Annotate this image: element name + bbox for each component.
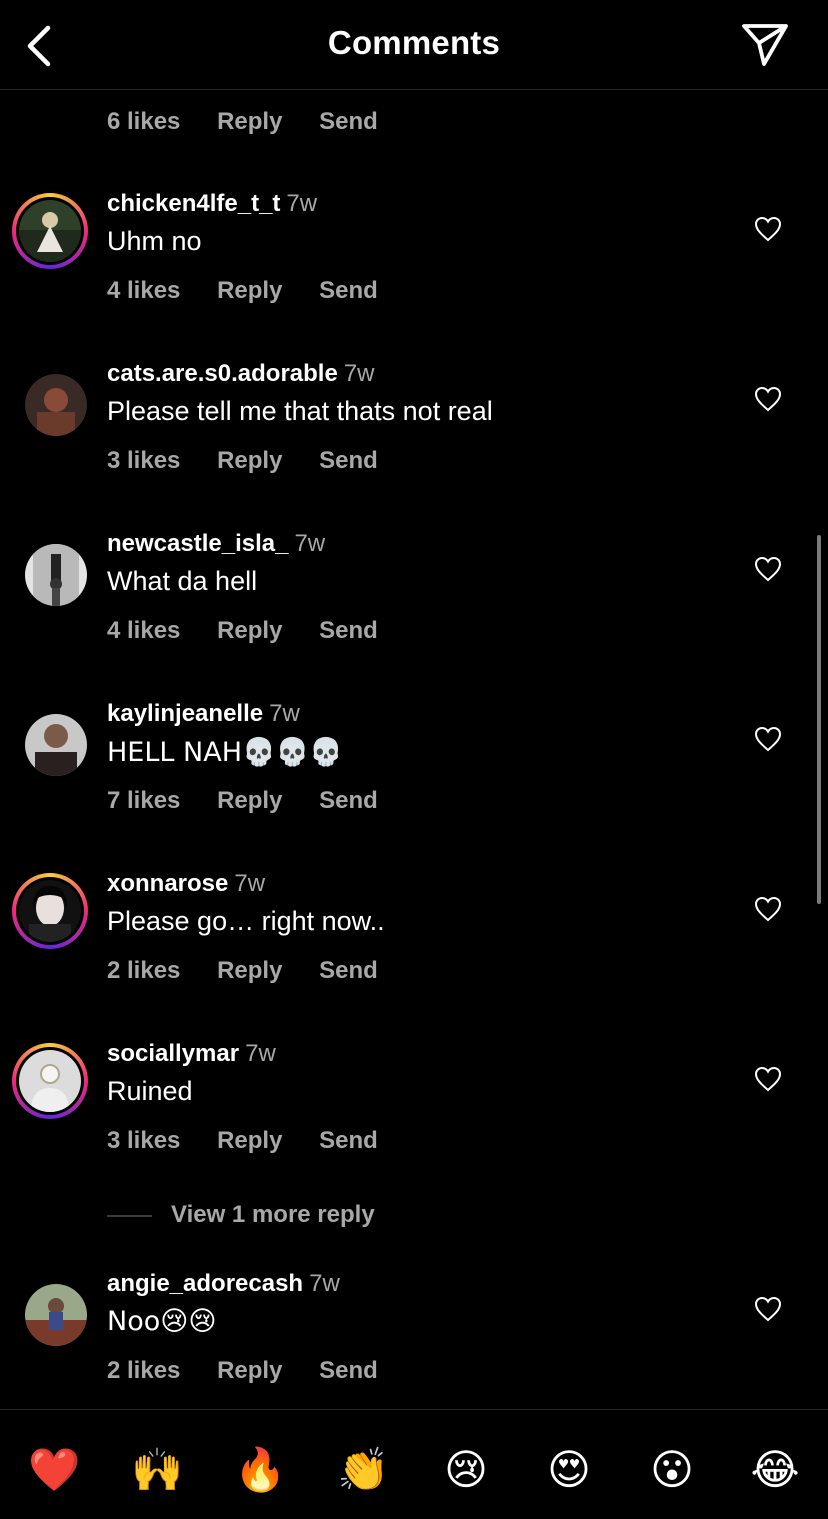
likes-count[interactable]: 3 likes (107, 1127, 180, 1154)
avatar[interactable] (25, 374, 87, 436)
timestamp: 7w (234, 870, 266, 897)
reply-button[interactable]: Reply (217, 1127, 282, 1154)
avatar[interactable] (25, 544, 87, 606)
crying-face-emoji-icon[interactable]: 😢 (440, 1444, 492, 1496)
avatar[interactable] (12, 193, 88, 269)
username[interactable]: cats.are.s0.adorable (107, 360, 338, 387)
send-button[interactable]: Send (319, 617, 378, 644)
likes-count[interactable]: 2 likes (107, 957, 180, 984)
timestamp: 7w (269, 700, 300, 727)
comment-text: What da hell (107, 566, 258, 596)
comment-item: sociallymar 7w Ruined 3 likes Reply Send (0, 1040, 828, 1214)
avatar[interactable] (12, 873, 88, 949)
heart-icon[interactable] (754, 1066, 782, 1092)
username[interactable]: xonnarose (107, 870, 228, 897)
send-button[interactable]: Send (319, 447, 378, 474)
comment-actions: 4 likes Reply Send (107, 617, 408, 645)
username[interactable]: kaylinjeanelle (107, 700, 263, 727)
view-more-label[interactable]: View 1 more reply (171, 1201, 375, 1229)
timestamp: 7w (286, 190, 318, 217)
reply-button[interactable]: Reply (217, 447, 282, 474)
reply-button[interactable]: Reply (217, 957, 282, 984)
reply-button[interactable]: Reply (217, 1357, 282, 1384)
comment-header: kaylinjeanelle 7w (107, 700, 300, 728)
comment-item: chicken4lfe_t_t 7w Uhm no 4 likes Reply S… (0, 190, 828, 364)
likes-count[interactable]: 3 likes (107, 447, 180, 474)
username[interactable]: angie_adorecash (107, 1270, 303, 1297)
comment-text: Please go… right now.. (107, 906, 385, 936)
page-title: Comments (327, 24, 501, 61)
heart-icon[interactable] (754, 386, 782, 412)
timestamp: 7w (245, 1040, 276, 1067)
comment-header: sociallymar 7w (107, 1040, 276, 1068)
avatar[interactable] (25, 1284, 87, 1346)
send-button[interactable]: Send (319, 957, 378, 984)
comment-item: cats.are.s0.adorable 7w Please tell me th… (0, 360, 828, 534)
red-heart-emoji-icon[interactable]: ❤️ (28, 1444, 80, 1496)
send-button[interactable]: Send (319, 1357, 378, 1384)
comment-text: Ruined (107, 1076, 193, 1106)
comment-item: kaylinjeanelle 7w HELL NAH💀💀💀 7 likes Rep… (0, 700, 828, 874)
view-more-replies[interactable]: View 1 more reply (107, 1201, 507, 1231)
send-button[interactable]: Send (319, 1127, 378, 1154)
comment-actions: 2 likes Reply Send (107, 1357, 408, 1385)
comment-text: Uhm no (107, 226, 202, 256)
scrollbar[interactable] (817, 535, 821, 904)
reply-button[interactable]: Reply (217, 108, 282, 135)
comment-actions: 4 likes Reply Send (107, 277, 408, 305)
likes-count[interactable]: 2 likes (107, 1357, 180, 1384)
reply-button[interactable]: Reply (217, 787, 282, 814)
send-button[interactable]: Send (319, 277, 378, 304)
send-button[interactable]: Send (319, 787, 378, 814)
comment-header: angie_adorecash 7w (107, 1270, 340, 1298)
comment-actions: 7 likes Reply Send (107, 787, 408, 815)
comment-header: chicken4lfe_t_t 7w (107, 190, 317, 218)
comment-item: xonnarose 7w Please go… right now.. 2 lik… (0, 870, 828, 1044)
comment-actions: 6 likes Reply Send (107, 108, 408, 136)
clapping-hands-emoji-icon[interactable]: 👏 (337, 1444, 389, 1496)
send-button[interactable]: Send (319, 108, 378, 135)
username[interactable]: chicken4lfe_t_t (107, 190, 280, 217)
username[interactable]: sociallymar (107, 1040, 239, 1067)
fire-emoji-icon[interactable]: 🔥 (234, 1444, 286, 1496)
comment-item: newcastle_isla_ 7w What da hell 4 likes R… (0, 530, 828, 704)
comment-header: cats.are.s0.adorable 7w (107, 360, 375, 388)
heart-eyes-emoji-icon[interactable]: 😍 (543, 1444, 595, 1496)
heart-icon[interactable] (754, 726, 782, 752)
heart-icon[interactable] (754, 1296, 782, 1322)
reply-button[interactable]: Reply (217, 277, 282, 304)
raising-hands-emoji-icon[interactable]: 🙌 (131, 1444, 183, 1496)
comment-text: HELL NAH💀💀💀 (107, 737, 343, 768)
likes-count[interactable]: 4 likes (107, 277, 180, 304)
heart-icon[interactable] (754, 896, 782, 922)
likes-count[interactable]: 7 likes (107, 787, 180, 814)
username[interactable]: newcastle_isla_ (107, 530, 288, 557)
tears-of-joy-emoji-icon[interactable]: 😂 (749, 1444, 801, 1496)
avatar[interactable] (25, 714, 87, 776)
reply-button[interactable]: Reply (217, 617, 282, 644)
surprised-face-emoji-icon[interactable]: 😮 (646, 1444, 698, 1496)
heart-icon[interactable] (754, 556, 782, 582)
avatar[interactable] (12, 1043, 88, 1119)
timestamp: 7w (309, 1270, 340, 1297)
header-bar: Comments (0, 0, 828, 90)
comment-actions: 2 likes Reply Send (107, 957, 408, 985)
comment-actions: 3 likes Reply Send (107, 1127, 408, 1155)
comment-actions: 3 likes Reply Send (107, 447, 408, 475)
timestamp: 7w (343, 360, 375, 387)
divider-line (107, 1215, 152, 1217)
comment-text: Noo😢😢 (107, 1306, 217, 1337)
heart-icon[interactable] (754, 216, 782, 242)
likes-count[interactable]: 4 likes (107, 617, 180, 644)
timestamp: 7w (294, 530, 326, 557)
comment-header: xonnarose 7w (107, 870, 265, 898)
quick-reactions-bar: ❤️ 🙌 🔥 👏 😢 😍 😮 😂 (0, 1409, 828, 1519)
comment-text: Please tell me that thats not real (107, 396, 493, 426)
partial-comment: 6 likes Reply Send (0, 90, 828, 150)
likes-count[interactable]: 6 likes (107, 108, 180, 135)
paper-plane-icon[interactable] (740, 22, 790, 68)
comment-header: newcastle_isla_ 7w (107, 530, 325, 558)
